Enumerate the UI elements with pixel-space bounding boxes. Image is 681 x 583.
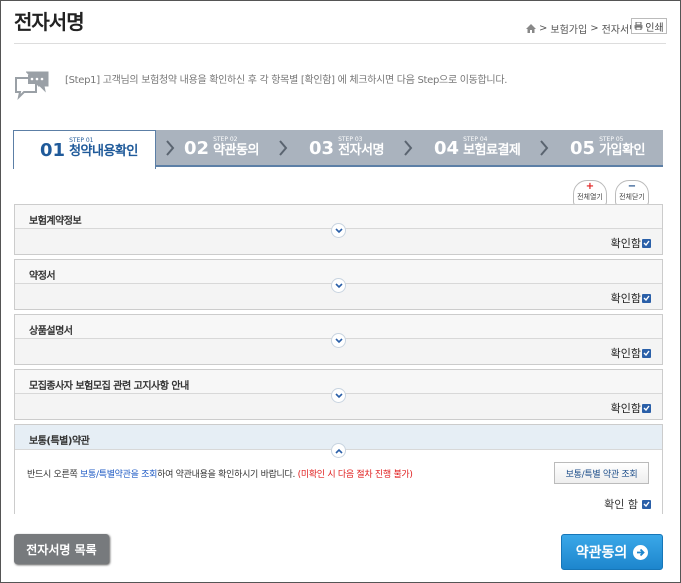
next-step-label: 약관동의 bbox=[575, 545, 628, 561]
step-small-label: STEP 03 bbox=[338, 135, 363, 143]
notice-text: 반드시 오른쪽 bbox=[27, 470, 81, 480]
step-number: 04 bbox=[434, 138, 460, 159]
notice-text: 하여 약관내용을 확인하시기 바랍니다. bbox=[157, 470, 298, 480]
confirm-checkbox[interactable]: 확인함 bbox=[611, 235, 651, 251]
step-guide-text: [Step1] 고객님의 보험청약 내용을 확인하신 후 각 항목별 [확인함]… bbox=[65, 75, 508, 86]
step-label: 전자서명 bbox=[338, 142, 384, 158]
collapse-toggle[interactable] bbox=[331, 443, 346, 458]
confirm-label: 확인함 bbox=[610, 292, 641, 305]
expand-toggle[interactable] bbox=[331, 388, 346, 403]
step-2: 02 STEP 02 약관동의 bbox=[184, 130, 259, 167]
collapse-all-button[interactable]: − 전체닫기 bbox=[615, 180, 649, 206]
divider bbox=[14, 43, 666, 44]
expand-toggle[interactable] bbox=[331, 333, 346, 348]
confirm-checkbox[interactable]: 확인함 bbox=[611, 400, 651, 416]
arrow-right-icon bbox=[633, 544, 649, 560]
section-product-description: 상품설명서 확인함 bbox=[14, 314, 663, 365]
collapse-all-label: 전체닫기 bbox=[619, 193, 645, 201]
confirm-label: 확인함 bbox=[610, 347, 641, 360]
checkmark-icon bbox=[642, 348, 651, 358]
chevron-up-icon bbox=[334, 448, 343, 454]
view-terms-button[interactable]: 보통/특별 약관 조회 bbox=[554, 462, 649, 484]
expand-all-label: 전체열기 bbox=[577, 193, 603, 201]
step-1: 01 STEP 01 청약내용확인 bbox=[13, 130, 156, 169]
chevron-down-icon bbox=[334, 282, 343, 288]
expand-toggle[interactable] bbox=[331, 223, 346, 238]
step-label: 청약내용확인 bbox=[69, 144, 138, 159]
confirm-label: 확인함 bbox=[610, 402, 641, 415]
chevron-down-icon bbox=[334, 227, 343, 233]
breadcrumb: > 보험가입 > 전자서명 bbox=[526, 21, 638, 36]
home-icon[interactable] bbox=[526, 24, 536, 33]
print-button[interactable]: 인쇄 bbox=[631, 18, 667, 34]
speech-bubble-icon bbox=[15, 71, 49, 101]
confirm-checkbox[interactable]: 확인 함 bbox=[604, 496, 651, 512]
step-progress-bar: 01 STEP 01 청약내용확인 02 STEP 02 약관동의 03 STEP … bbox=[13, 130, 663, 169]
step-label: 가입확인 bbox=[599, 142, 645, 158]
step-number: 02 bbox=[184, 138, 210, 159]
checkmark-icon bbox=[642, 238, 651, 248]
breadcrumb-item-insurance[interactable]: 보험가입 bbox=[550, 21, 587, 36]
step-3: 03 STEP 03 전자서명 bbox=[309, 130, 384, 167]
chevron-right-icon bbox=[404, 140, 413, 156]
section-terms: 보통(특별)약관 반드시 오른쪽 보통/특별약관을 조회하여 약관내용을 확인하… bbox=[14, 424, 663, 514]
breadcrumb-sep: > bbox=[539, 23, 548, 34]
section-agent-notice: 모집종사자 보험모집 관련 고지사항 안내 확인함 bbox=[14, 369, 663, 420]
chevron-right-icon bbox=[279, 140, 288, 156]
section-contract-info: 보험계약정보 확인함 bbox=[14, 204, 663, 255]
next-step-button[interactable]: 약관동의 bbox=[561, 534, 663, 570]
step-label: 보험료결제 bbox=[463, 142, 521, 158]
step-label: 약관동의 bbox=[213, 142, 259, 158]
step-4: 04 STEP 04 보험료결제 bbox=[434, 130, 521, 167]
confirm-label: 확인함 bbox=[610, 237, 641, 250]
chevron-right-icon bbox=[540, 140, 549, 156]
page-title: 전자서명 bbox=[14, 10, 85, 34]
minus-icon: − bbox=[627, 181, 637, 192]
esign-list-button[interactable]: 전자서명 목록 bbox=[14, 534, 109, 564]
chevron-right-icon bbox=[166, 140, 175, 156]
section-agreement: 약정서 확인함 bbox=[14, 259, 663, 310]
notice-warning: (미확인 시 다음 절차 진행 불가) bbox=[297, 470, 413, 480]
checkmark-icon bbox=[642, 499, 651, 509]
print-label: 인쇄 bbox=[645, 22, 664, 34]
step-5: 05 STEP 05 가입확인 bbox=[570, 130, 645, 167]
chevron-down-icon bbox=[334, 392, 343, 398]
step-number: 01 bbox=[40, 139, 66, 161]
confirm-label: 확인 함 bbox=[604, 498, 638, 511]
terms-notice: 반드시 오른쪽 보통/특별약관을 조회하여 약관내용을 확인하시기 바랍니다. … bbox=[27, 467, 413, 480]
breadcrumb-sep: > bbox=[590, 23, 599, 34]
chevron-down-icon bbox=[334, 337, 343, 343]
step-small-label: STEP 05 bbox=[599, 135, 624, 143]
confirm-checkbox[interactable]: 확인함 bbox=[611, 345, 651, 361]
step-number: 03 bbox=[309, 138, 335, 159]
printer-icon bbox=[634, 22, 643, 30]
step-small-label: STEP 02 bbox=[213, 135, 238, 143]
plus-icon: + bbox=[585, 181, 595, 192]
step-number: 05 bbox=[570, 138, 596, 159]
checkmark-icon bbox=[642, 403, 651, 413]
checkmark-icon bbox=[642, 293, 651, 303]
step-small-label: STEP 04 bbox=[463, 135, 488, 143]
confirm-checkbox[interactable]: 확인함 bbox=[611, 290, 651, 306]
expand-all-button[interactable]: + 전체열기 bbox=[573, 180, 607, 206]
notice-link-text: 보통/특별약관을 조회 bbox=[80, 470, 158, 480]
expand-toggle[interactable] bbox=[331, 278, 346, 293]
